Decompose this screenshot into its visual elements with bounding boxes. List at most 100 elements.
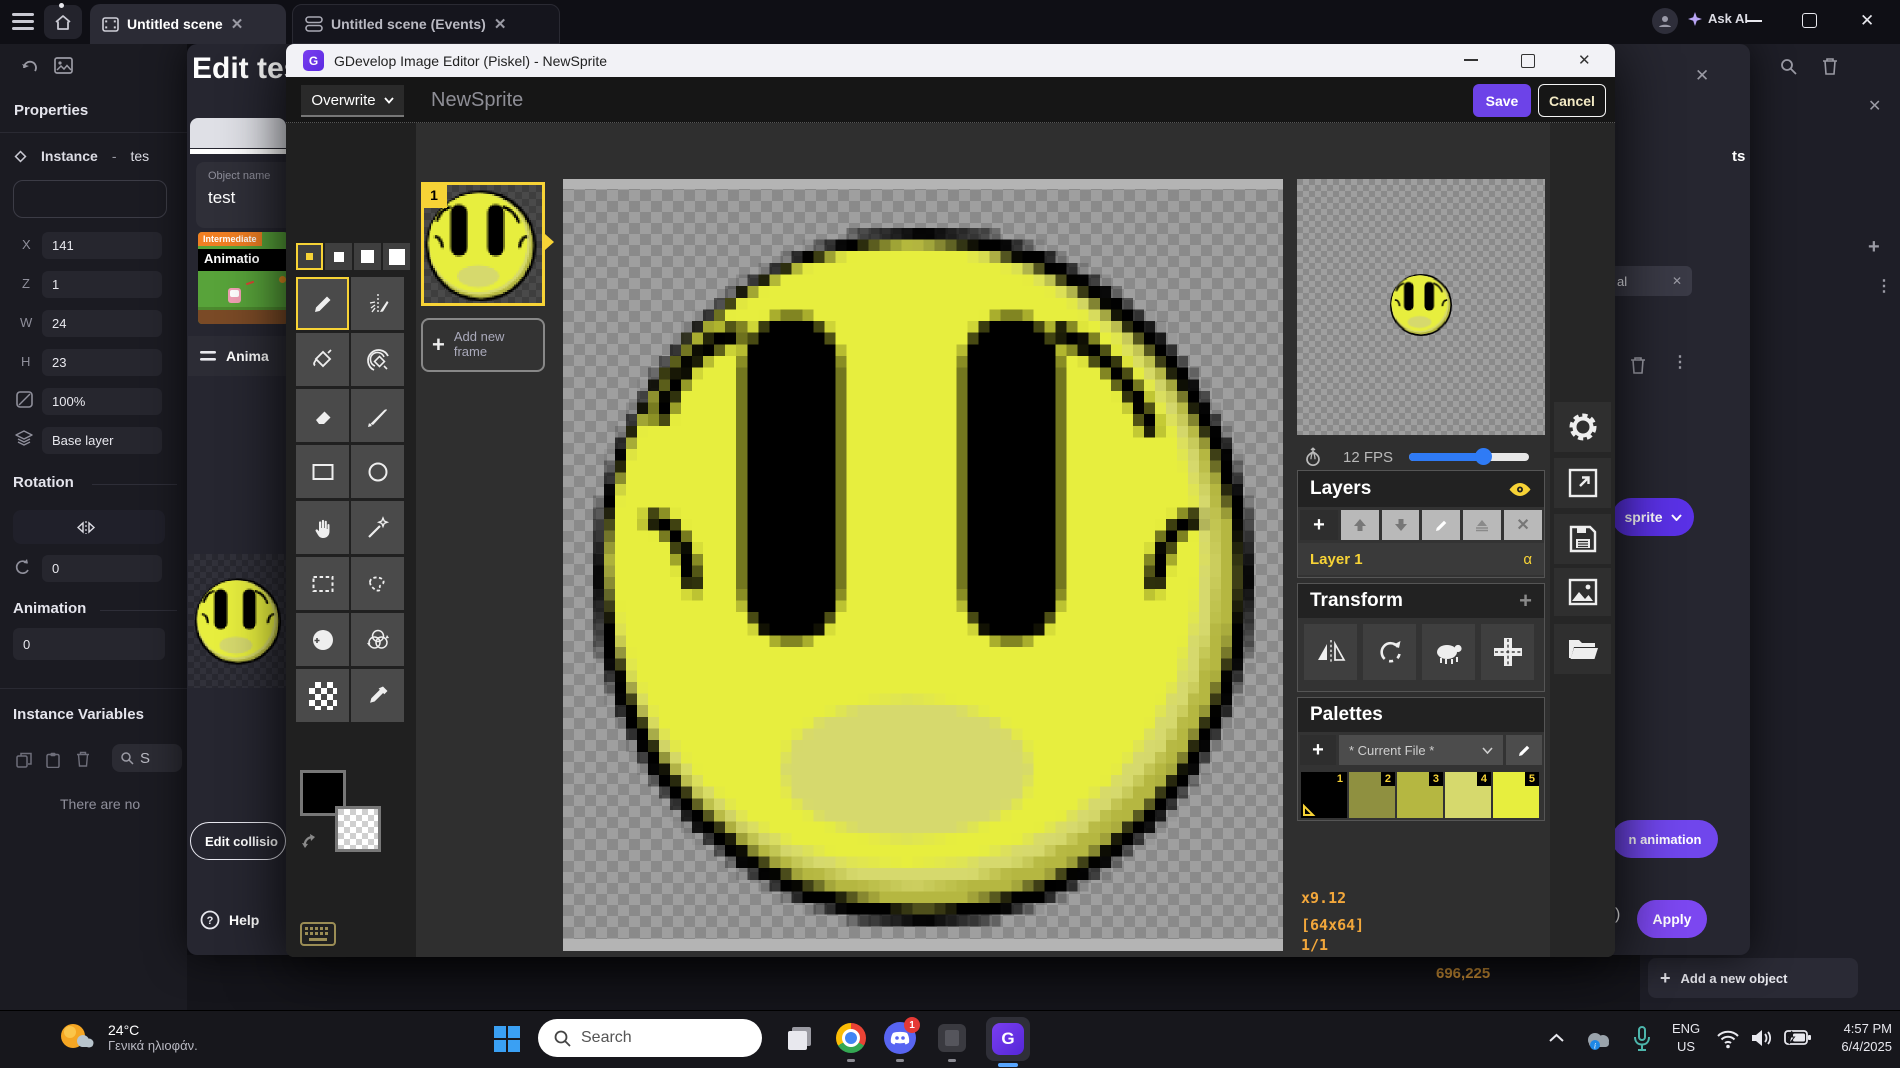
hamburger-menu-icon[interactable] (12, 13, 34, 31)
chrome-button[interactable] (836, 1023, 866, 1053)
window-maximize-button[interactable] (1802, 13, 1817, 28)
cancel-button-edge[interactable]: ) (1615, 906, 1620, 924)
drawing-canvas-area[interactable] (563, 179, 1283, 951)
center-button[interactable] (1481, 624, 1534, 680)
palette-color-4[interactable]: 4 (1445, 772, 1491, 818)
save-button[interactable]: Save (1473, 84, 1531, 117)
task-view-button[interactable] (786, 1025, 813, 1052)
frame-1[interactable]: 1 (421, 182, 545, 306)
panel-close-icon[interactable]: ✕ (1868, 96, 1881, 116)
fps-slider[interactable] (1409, 453, 1529, 461)
language-switcher[interactable]: ENG US (1672, 1020, 1700, 1055)
image-icon[interactable] (54, 57, 73, 74)
mirror-pen-tool-button[interactable] (351, 277, 404, 330)
flip-horizontal-button[interactable] (13, 510, 165, 544)
user-avatar[interactable] (1652, 8, 1678, 34)
weather-widget[interactable]: 24°C Γενικά ηλιοφάν. (56, 1017, 198, 1057)
x-field[interactable]: 141 (42, 232, 162, 259)
tab-close-icon[interactable]: ✕ (231, 15, 244, 33)
kebab-menu-icon[interactable]: ⋮ (1672, 352, 1688, 372)
tab-untitled-scene[interactable]: Untitled scene ✕ (90, 4, 286, 44)
dialog-close-icon[interactable]: ✕ (1695, 66, 1709, 86)
trash-icon[interactable] (76, 751, 90, 767)
eye-icon[interactable] (1508, 482, 1532, 497)
tag-chip-close-icon[interactable]: ✕ (1672, 274, 1682, 288)
stroke-tool-button[interactable] (351, 389, 404, 442)
tray-chevron-icon[interactable] (1549, 1033, 1564, 1043)
add-new-object-button[interactable]: + Add a new object (1648, 958, 1858, 998)
save-sprite-button[interactable] (1554, 514, 1611, 564)
layer-alpha-toggle[interactable]: α (1523, 551, 1532, 568)
window-close-button[interactable]: ✕ (1860, 11, 1874, 31)
rect-select-tool-button[interactable] (296, 557, 349, 610)
delete-layer-button[interactable]: ✕ (1504, 510, 1542, 540)
window-minimize-button[interactable] (1746, 20, 1762, 22)
volume-icon[interactable] (1750, 1028, 1774, 1048)
add-layer-button[interactable]: + (1300, 510, 1338, 540)
layer-field[interactable]: Base layer (42, 427, 162, 454)
onion-skin-icon[interactable] (1301, 444, 1325, 470)
layer-up-button[interactable] (1341, 510, 1379, 540)
pen-size-3-button[interactable] (354, 243, 381, 270)
add-animation-button[interactable]: n animation (1612, 820, 1718, 858)
add-new-frame-button[interactable]: + Add newframe (421, 318, 545, 372)
lasso-select-tool-button[interactable] (351, 557, 404, 610)
lighten-darken-tool-button[interactable] (296, 613, 349, 666)
piskel-maximize-button[interactable] (1521, 54, 1535, 68)
swap-colors-icon[interactable] (300, 826, 326, 852)
wifi-icon[interactable] (1716, 1029, 1740, 1049)
tab-untitled-scene-events[interactable]: Untitled scene (Events) ✕ (292, 4, 560, 44)
pen-size-1-button[interactable] (296, 243, 323, 270)
paint-all-tool-button[interactable] (351, 333, 404, 386)
circle-tool-button[interactable] (351, 445, 404, 498)
app-button[interactable] (938, 1024, 966, 1052)
home-tab[interactable] (44, 5, 82, 39)
variables-search-input[interactable]: S (112, 744, 182, 772)
trash-icon[interactable] (1822, 57, 1838, 75)
rename-layer-button[interactable] (1422, 510, 1460, 540)
rotation-field[interactable]: 0 (42, 555, 162, 582)
merge-layer-button[interactable] (1463, 510, 1501, 540)
kebab-menu-icon[interactable]: ⋮ (1876, 276, 1892, 296)
piskel-title-bar[interactable]: G GDevelop Image Editor (Piskel) - NewSp… (286, 44, 1615, 77)
paste-icon[interactable] (46, 752, 60, 768)
w-field[interactable]: 24 (42, 310, 162, 337)
sprite-name-field[interactable]: NewSprite (431, 89, 523, 112)
save-mode-dropdown[interactable]: Overwrite (301, 85, 404, 117)
edit-palette-button[interactable] (1506, 735, 1542, 765)
instance-input[interactable] (13, 180, 167, 218)
paint-bucket-tool-button[interactable] (296, 333, 349, 386)
add-icon[interactable]: + (1868, 236, 1880, 259)
animation-row[interactable]: Anima (188, 336, 286, 376)
rectangle-tool-button[interactable] (296, 445, 349, 498)
layer-down-button[interactable] (1382, 510, 1420, 540)
sprite-type-dropdown[interactable]: sprite (1612, 498, 1694, 536)
palette-color-1[interactable]: 1 (1301, 772, 1347, 818)
secondary-color-swatch[interactable] (335, 806, 381, 852)
undo-icon[interactable] (20, 56, 40, 76)
onedrive-icon[interactable]: i (1583, 1029, 1613, 1051)
edit-collision-button[interactable]: Edit collisio (190, 822, 286, 860)
palette-color-3[interactable]: 3 (1397, 772, 1443, 818)
sprite-thumbnail[interactable] (192, 574, 284, 666)
palette-selector-dropdown[interactable]: * Current File * (1339, 735, 1503, 765)
clock[interactable]: 4:57 PM 6/4/2025 (1820, 1020, 1892, 1056)
copy-icon[interactable] (16, 752, 32, 768)
keyboard-shortcuts-button[interactable] (300, 922, 336, 946)
ask-ai-button[interactable]: Ask AI (1688, 11, 1748, 26)
start-button[interactable] (493, 1025, 521, 1053)
apply-button[interactable]: Apply (1637, 900, 1707, 938)
palette-color-5[interactable]: 5 (1493, 772, 1539, 818)
cancel-button[interactable]: Cancel (1538, 84, 1606, 117)
pen-tool-button[interactable] (296, 277, 349, 330)
piskel-close-button[interactable]: ✕ (1578, 51, 1591, 69)
export-image-button[interactable] (1554, 568, 1611, 616)
clone-button[interactable] (1422, 624, 1475, 680)
battery-icon[interactable] (1784, 1029, 1812, 1046)
h-field[interactable]: 23 (42, 349, 162, 376)
help-button[interactable]: ? Help (200, 910, 259, 930)
add-palette-button[interactable]: + (1300, 735, 1336, 765)
settings-button[interactable] (1554, 402, 1611, 452)
tag-chip[interactable]: al ✕ (1607, 266, 1692, 296)
taskbar-search[interactable]: Search (538, 1019, 762, 1057)
